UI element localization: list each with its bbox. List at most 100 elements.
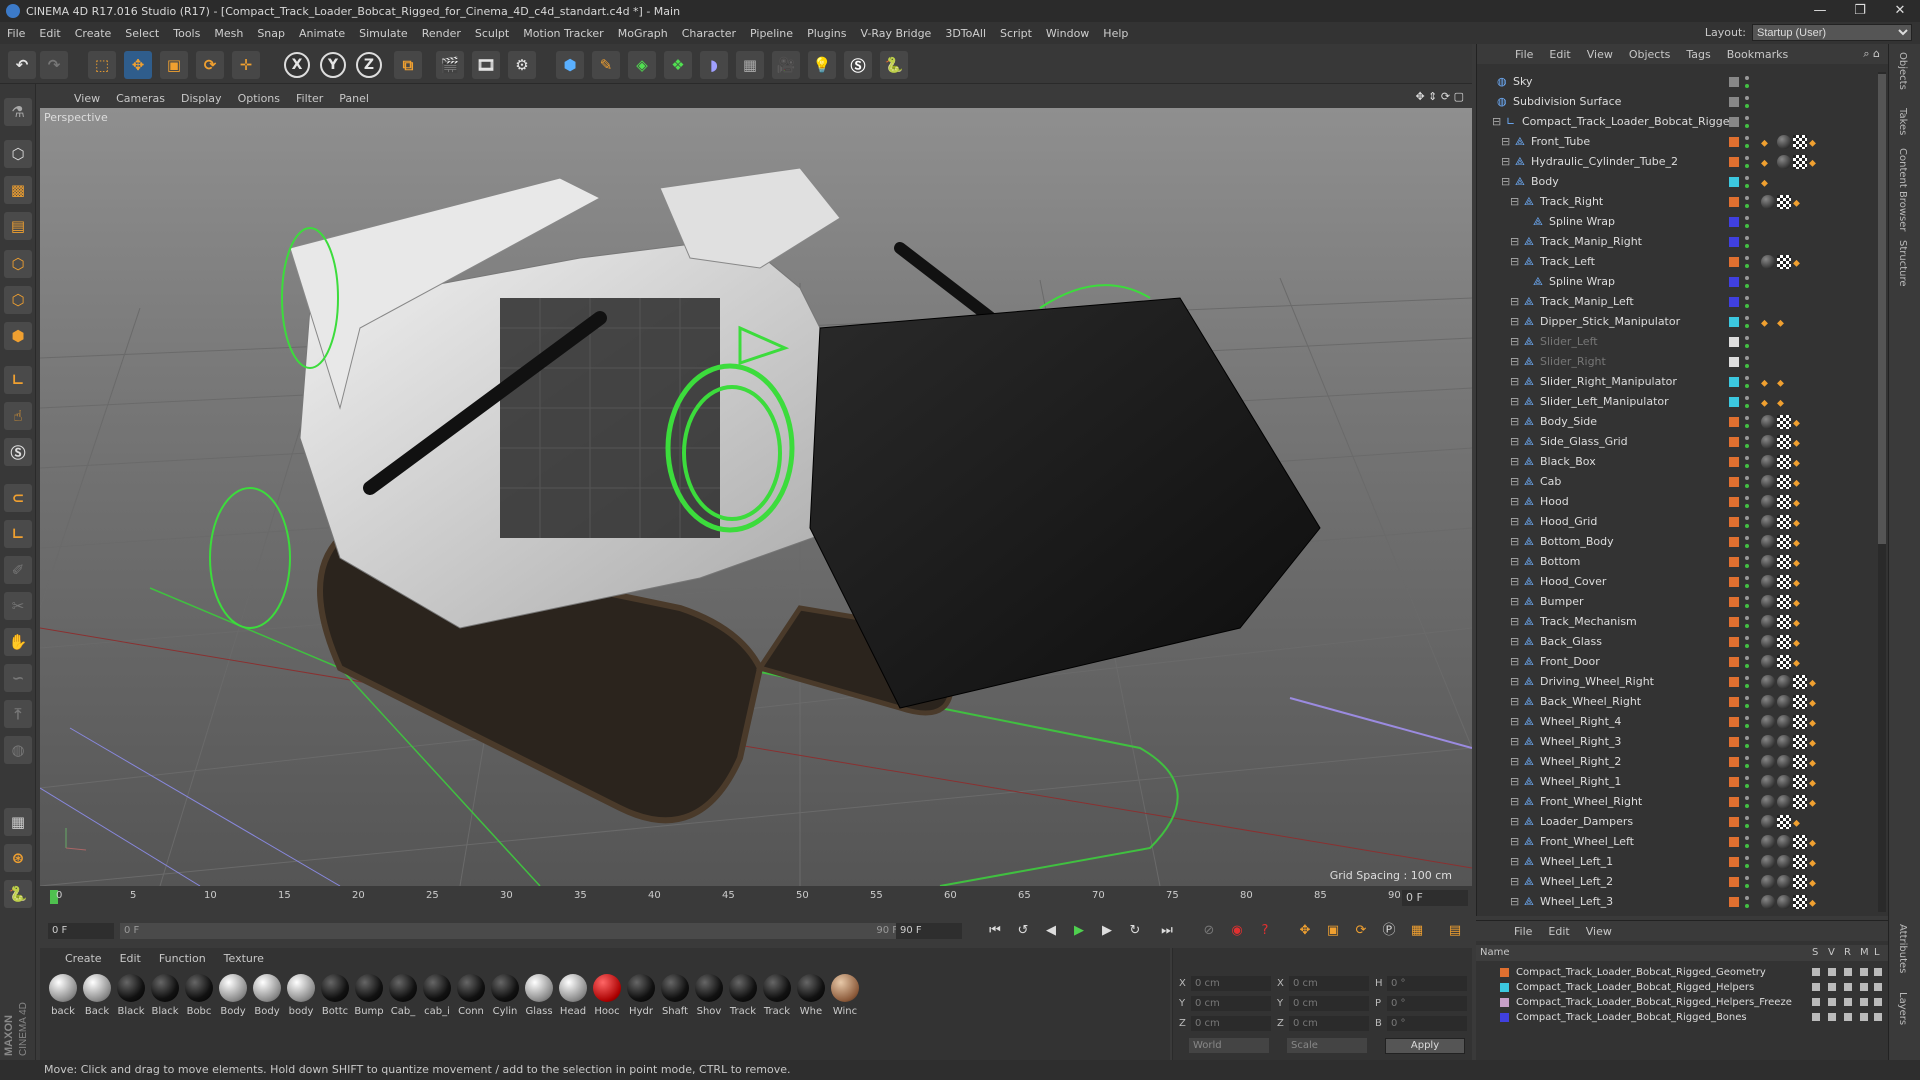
texture-tag-icon[interactable] [1793, 775, 1807, 789]
y-axis-lock-button[interactable]: Y [320, 52, 346, 78]
object-scrollbar-thumb[interactable] [1878, 74, 1886, 544]
viewport-menu-panel[interactable]: Panel [331, 92, 377, 105]
object-name[interactable]: Track_Mechanism [1540, 612, 1637, 632]
expand-toggle-icon[interactable]: ⊟ [1510, 196, 1522, 208]
layer-color-swatch[interactable] [1729, 617, 1739, 627]
expand-toggle-icon[interactable]: ⊟ [1510, 476, 1522, 488]
object-row[interactable]: ⊟ ⟁ Track_Mechanism ⬥ [1477, 612, 1889, 632]
layer-color-swatch[interactable] [1729, 117, 1739, 127]
editor-visibility-dot[interactable] [1745, 296, 1749, 300]
render-visibility-dot[interactable] [1745, 304, 1749, 308]
texture-tag-icon[interactable] [1793, 135, 1807, 149]
menu-mesh[interactable]: Mesh [207, 27, 250, 40]
phong-tag-icon[interactable]: ⬥ [1809, 734, 1823, 749]
layer-color-swatch[interactable] [1729, 177, 1739, 187]
phong-tag-icon[interactable]: ⬥ [1809, 874, 1823, 889]
menu-tools[interactable]: Tools [166, 27, 207, 40]
layer-flag-icon[interactable] [1860, 983, 1868, 991]
expand-toggle-icon[interactable]: ⊟ [1510, 616, 1522, 628]
editor-visibility-dot[interactable] [1745, 696, 1749, 700]
layer-color-swatch[interactable] [1729, 637, 1739, 647]
object-name[interactable]: Subdivision Surface [1513, 92, 1621, 112]
material-tag-icon[interactable] [1777, 735, 1791, 749]
sculpt-grab-icon[interactable]: ✋ [4, 628, 32, 656]
menu-mograph[interactable]: MoGraph [611, 27, 675, 40]
layer-flag-icon[interactable] [1874, 1013, 1882, 1021]
editor-visibility-dot[interactable] [1745, 496, 1749, 500]
material-item[interactable]: Black [116, 974, 146, 1017]
object-row[interactable]: ⊟ ⟁ Body ⬥ [1477, 172, 1889, 192]
layer-color-swatch[interactable] [1729, 857, 1739, 867]
editor-visibility-dot[interactable] [1745, 276, 1749, 280]
texture-tag-icon[interactable] [1793, 155, 1807, 169]
material-tag-icon[interactable] [1777, 795, 1791, 809]
editor-visibility-dot[interactable] [1745, 536, 1749, 540]
polygons-mode-icon[interactable]: ⬢ [4, 322, 32, 350]
object-name[interactable]: Front_Wheel_Left [1540, 832, 1634, 852]
layer-flag-icon[interactable] [1812, 1013, 1820, 1021]
object-name[interactable]: Slider_Right_Manipulator [1540, 372, 1677, 392]
material-tag-icon[interactable] [1761, 515, 1775, 529]
material-tag-icon[interactable] [1761, 775, 1775, 789]
editor-visibility-dot[interactable] [1745, 336, 1749, 340]
layer-color-swatch[interactable] [1729, 357, 1739, 367]
move-tool-icon[interactable]: ✥ [124, 51, 152, 79]
key-rotation-icon[interactable]: ⟳ [1350, 921, 1372, 941]
edges-mode-icon[interactable]: ⬡ [4, 286, 32, 314]
object-name[interactable]: Back_Wheel_Right [1540, 692, 1641, 712]
render-visibility-dot[interactable] [1745, 584, 1749, 588]
object-row[interactable]: ⊟ ⟁ Front_Door ⬥ [1477, 652, 1889, 672]
layer-flag-icon[interactable] [1844, 998, 1852, 1006]
phong-tag-icon[interactable]: ⬥ [1809, 694, 1823, 709]
material-item[interactable]: Bobc [184, 974, 214, 1017]
object-name[interactable]: Hydraulic_Cylinder_Tube_2 [1531, 152, 1678, 172]
object-row[interactable]: ⊟ ⟁ Body_Side ⬥ [1477, 412, 1889, 432]
object-name[interactable]: Wheel_Right_3 [1540, 732, 1621, 752]
texture-tag-icon[interactable] [1793, 715, 1807, 729]
phong-tag-icon[interactable]: ⬥ [1793, 574, 1807, 589]
layer-flag-icon[interactable] [1860, 1013, 1868, 1021]
key-pla-icon[interactable]: ▦ [1406, 921, 1428, 941]
side-tab-objects[interactable]: Objects [1897, 52, 1908, 90]
editor-visibility-dot[interactable] [1745, 876, 1749, 880]
phong-tag-icon[interactable]: ⬥ [1793, 654, 1807, 669]
render-visibility-dot[interactable] [1745, 324, 1749, 328]
snap-icon[interactable]: Ⓢ [4, 438, 32, 466]
layer-color-swatch[interactable] [1729, 537, 1739, 547]
material-tag-icon[interactable] [1761, 255, 1775, 269]
editor-visibility-dot[interactable] [1745, 756, 1749, 760]
layer-flag-icon[interactable] [1828, 1013, 1836, 1021]
editor-visibility-dot[interactable] [1745, 236, 1749, 240]
material-item[interactable]: Cab_ [388, 974, 418, 1017]
render-visibility-dot[interactable] [1745, 744, 1749, 748]
editor-visibility-dot[interactable] [1745, 556, 1749, 560]
render-visibility-dot[interactable] [1745, 364, 1749, 368]
next-frame-icon[interactable]: ▶ [1096, 921, 1118, 941]
last-tool-icon[interactable]: ✛ [232, 51, 260, 79]
material-tag-icon[interactable] [1761, 195, 1775, 209]
expand-toggle-icon[interactable]: ⊟ [1510, 376, 1522, 388]
render-visibility-dot[interactable] [1745, 724, 1749, 728]
layer-flag-icon[interactable] [1874, 968, 1882, 976]
expand-toggle-icon[interactable]: ⊟ [1510, 456, 1522, 468]
side-tab-attributes[interactable]: Attributes [1897, 924, 1908, 973]
render-visibility-dot[interactable] [1745, 664, 1749, 668]
editor-visibility-dot[interactable] [1745, 896, 1749, 900]
layer-color-swatch[interactable] [1729, 837, 1739, 847]
material-menu-create[interactable]: Create [56, 952, 111, 965]
object-name[interactable]: Black_Box [1540, 452, 1596, 472]
editor-visibility-dot[interactable] [1745, 76, 1749, 80]
render-visibility-dot[interactable] [1745, 424, 1749, 428]
size-y-field[interactable]: 0 cm [1289, 996, 1369, 1011]
texture-tag-icon[interactable] [1793, 855, 1807, 869]
expand-toggle-icon[interactable]: ⊟ [1510, 656, 1522, 668]
viewport-menu-options[interactable]: Options [230, 92, 288, 105]
object-name[interactable]: Hood [1540, 492, 1569, 512]
phong-tag-icon[interactable]: ⬥ [1761, 174, 1775, 189]
object-name[interactable]: Bumper [1540, 592, 1584, 612]
phong-tag-icon[interactable]: ⬥ [1777, 394, 1791, 409]
material-tag-icon[interactable] [1761, 575, 1775, 589]
menu-vray-bridge[interactable]: V-Ray Bridge [853, 27, 938, 40]
menu-script[interactable]: Script [993, 27, 1039, 40]
phong-tag-icon[interactable]: ⬥ [1793, 534, 1807, 549]
